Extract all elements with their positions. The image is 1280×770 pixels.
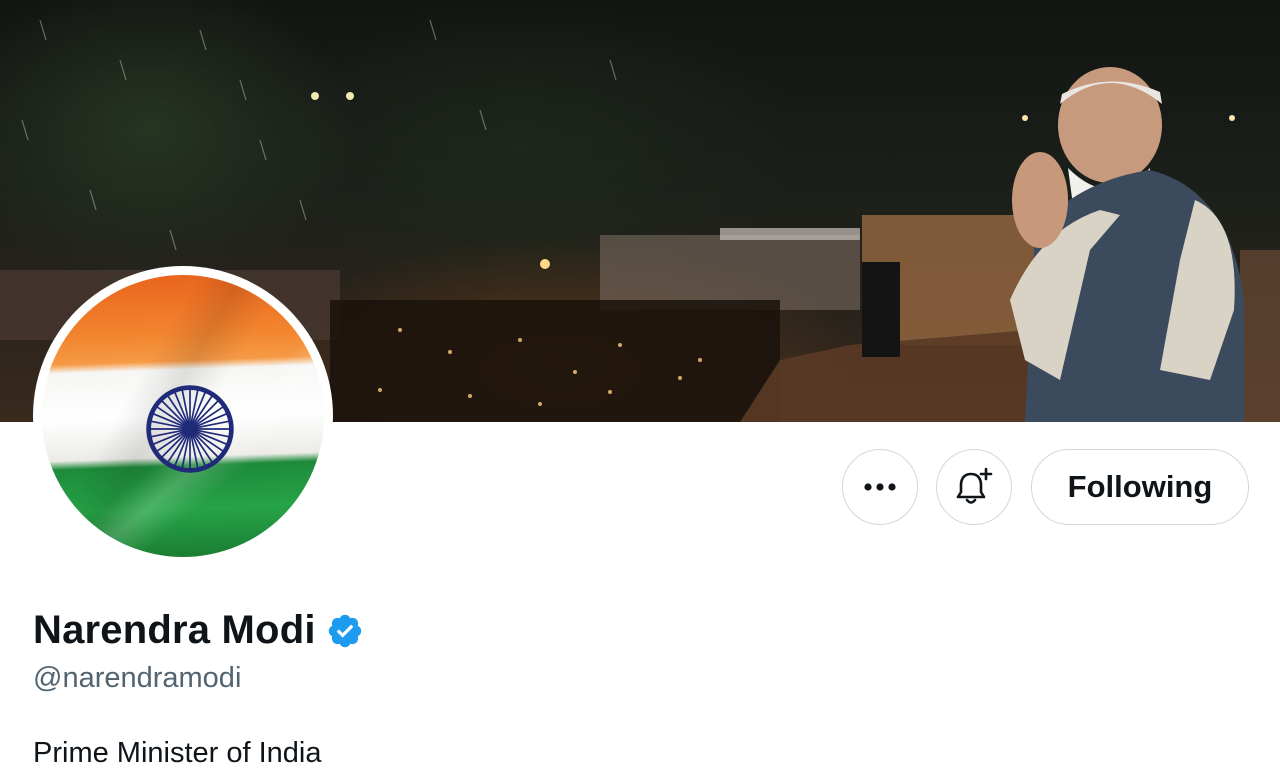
india-flag-avatar-image [42,275,324,557]
following-button[interactable]: Following [1031,449,1249,525]
notifications-button[interactable] [936,449,1012,525]
verified-badge-icon[interactable] [326,612,364,650]
more-options-button[interactable] [842,449,918,525]
more-horizontal-icon [864,483,896,491]
ashoka-chakra-icon [146,385,234,473]
profile-bio: Prime Minister of India [33,737,322,769]
profile-avatar[interactable] [33,266,333,566]
bell-plus-icon [956,467,993,504]
display-name: Narendra Modi [33,608,316,652]
name-row: Narendra Modi [33,608,364,653]
user-handle: @narendramodi [33,662,242,694]
